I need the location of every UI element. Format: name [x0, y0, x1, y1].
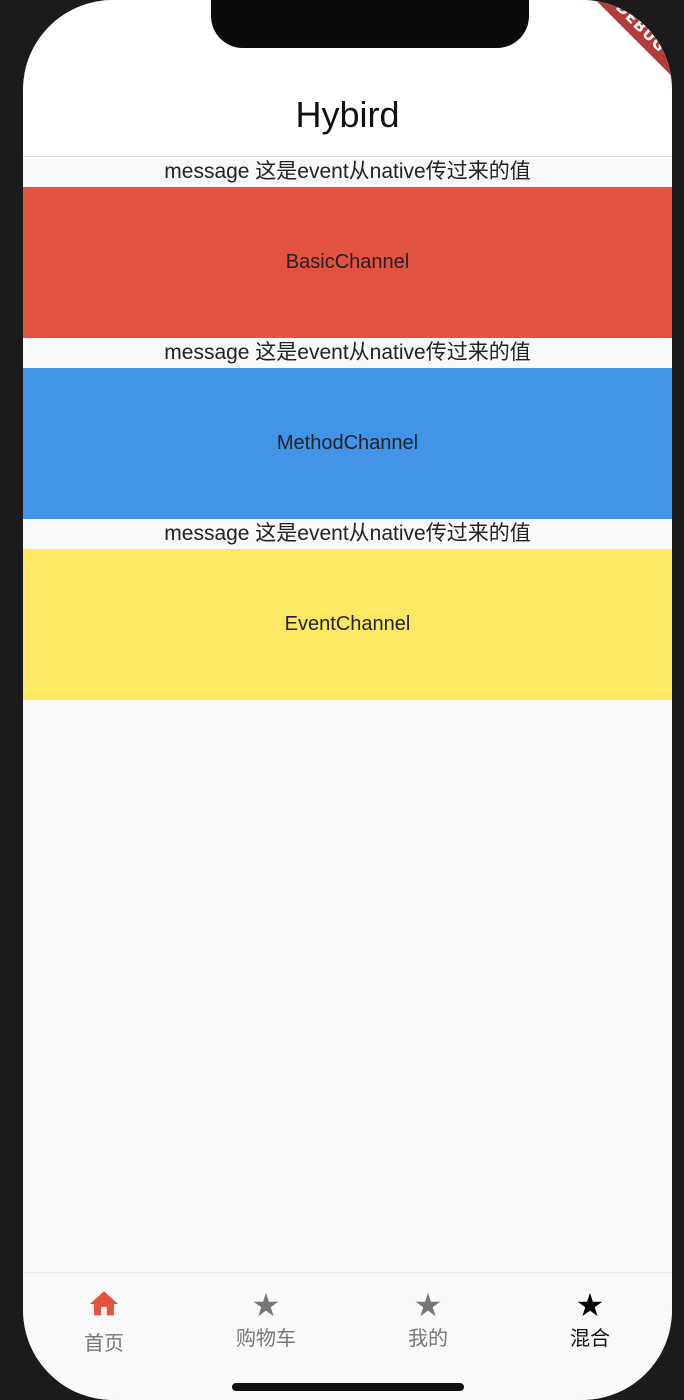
tab-home[interactable]: 首页 — [44, 1287, 164, 1358]
tab-cart[interactable]: ★ 购物车 — [206, 1287, 326, 1353]
tab-mine[interactable]: ★ 我的 — [368, 1287, 488, 1353]
home-icon — [44, 1287, 164, 1328]
tab-label: 购物车 — [236, 1326, 296, 1350]
event-channel-button[interactable]: EventChannel — [23, 549, 672, 700]
event-message: message 这是event从native传过来的值 — [23, 338, 672, 368]
phone-frame: DEBUG Hybird message 这是event从native传过来的值… — [0, 0, 684, 1400]
notch — [211, 0, 529, 48]
screen: DEBUG Hybird message 这是event从native传过来的值… — [23, 0, 672, 1400]
tab-label: 混合 — [570, 1326, 610, 1350]
tab-label: 首页 — [84, 1331, 124, 1355]
event-message: message 这是event从native传过来的值 — [23, 157, 672, 187]
tab-label: 我的 — [408, 1326, 448, 1350]
basic-channel-button[interactable]: BasicChannel — [23, 187, 672, 338]
event-message: message 这是event从native传过来的值 — [23, 519, 672, 549]
bottom-navigation-bar: 首页 ★ 购物车 ★ 我的 ★ 混合 — [23, 1272, 672, 1400]
content: message 这是event从native传过来的值 BasicChannel… — [23, 157, 672, 700]
tab-hybrid[interactable]: ★ 混合 — [530, 1287, 650, 1353]
star-icon: ★ — [575, 1286, 605, 1324]
home-indicator[interactable] — [232, 1383, 464, 1391]
star-icon: ★ — [413, 1286, 443, 1324]
star-icon: ★ — [251, 1286, 281, 1324]
page-title: Hybird — [295, 94, 400, 135]
method-channel-button[interactable]: MethodChannel — [23, 368, 672, 519]
